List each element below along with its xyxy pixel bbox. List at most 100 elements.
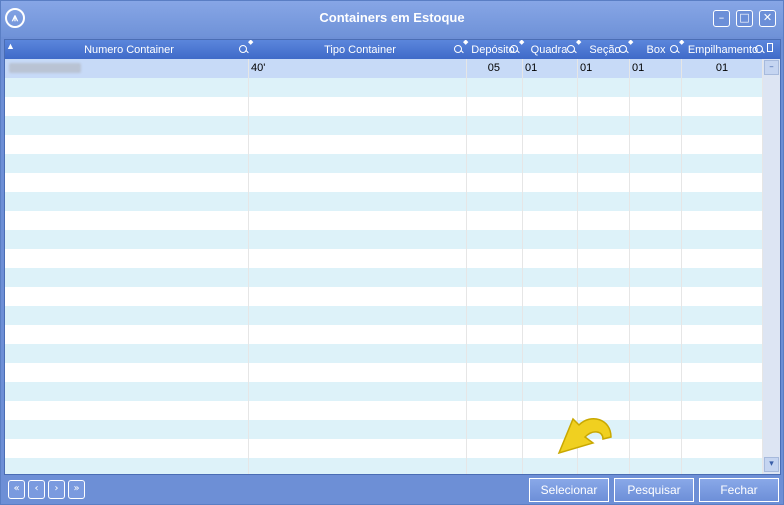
search-icon[interactable]: [755, 45, 763, 53]
sort-toggle-icon[interactable]: ◆: [679, 40, 684, 46]
table-cell: [578, 249, 630, 268]
next-record-button[interactable]: ›: [48, 480, 65, 499]
table-row[interactable]: [5, 344, 763, 363]
table-row[interactable]: [5, 458, 763, 474]
table-row[interactable]: [5, 211, 763, 230]
table-row[interactable]: [5, 116, 763, 135]
table-cell: [5, 173, 249, 192]
table-cell: [5, 192, 249, 211]
table-cell: [630, 363, 682, 382]
table-cell: [578, 325, 630, 344]
table-cell: [467, 211, 523, 230]
title-bar[interactable]: ⩚ Containers em Estoque – □ ✕: [1, 1, 783, 37]
selecionar-button[interactable]: Selecionar: [529, 478, 609, 502]
table-cell: [578, 382, 630, 401]
pesquisar-button[interactable]: Pesquisar: [614, 478, 694, 502]
table-cell: [523, 268, 578, 287]
table-cell: [630, 192, 682, 211]
scroll-down-button[interactable]: ▾: [764, 457, 779, 472]
search-icon[interactable]: [510, 45, 518, 53]
column-header-empilhamento[interactable]: Empilhamento: [685, 40, 761, 59]
cell-numero: [5, 59, 249, 78]
table-cell: [467, 439, 523, 458]
table-cell: [630, 344, 682, 363]
table-cell: [682, 382, 763, 401]
table-cell: [523, 192, 578, 211]
table-cell: [682, 458, 763, 474]
table-cell: [578, 344, 630, 363]
previous-record-button[interactable]: ‹: [28, 480, 45, 499]
table-cell: [523, 211, 578, 230]
scroll-up-button[interactable]: –: [764, 60, 779, 75]
table-row[interactable]: [5, 230, 763, 249]
table-cell: [578, 78, 630, 97]
table-row[interactable]: [5, 249, 763, 268]
table-cell: [249, 420, 467, 439]
table-cell: [467, 249, 523, 268]
table-cell: [249, 230, 467, 249]
table-row[interactable]: [5, 287, 763, 306]
last-record-button[interactable]: »: [68, 480, 85, 499]
column-header-tipo[interactable]: Tipo Container: [253, 40, 467, 59]
table-cell: [249, 306, 467, 325]
table-cell: [5, 382, 249, 401]
bottom-toolbar: « ‹ › » Selecionar Pesquisar Fechar: [1, 475, 783, 504]
table-cell: [249, 135, 467, 154]
table-cell: [249, 192, 467, 211]
table-cell: [249, 287, 467, 306]
table-row[interactable]: [5, 401, 763, 420]
table-cell: [467, 230, 523, 249]
column-header-numero[interactable]: Numero Container: [5, 40, 253, 59]
table-row[interactable]: [5, 192, 763, 211]
table-row[interactable]: [5, 97, 763, 116]
table-cell: [630, 116, 682, 135]
search-icon[interactable]: [239, 45, 247, 53]
table-row[interactable]: [5, 268, 763, 287]
search-icon[interactable]: [454, 45, 462, 53]
table-cell: [523, 230, 578, 249]
table-row[interactable]: [5, 135, 763, 154]
first-record-button[interactable]: «: [8, 480, 25, 499]
table-row[interactable]: [5, 363, 763, 382]
table-cell: [249, 439, 467, 458]
table-cell: [467, 344, 523, 363]
table-cell: [682, 287, 763, 306]
cell-quadra: 01: [523, 59, 578, 78]
table-cell: [682, 325, 763, 344]
close-button[interactable]: ✕: [759, 10, 776, 27]
table-row[interactable]: [5, 325, 763, 344]
table-cell: [467, 135, 523, 154]
table-cell: [630, 97, 682, 116]
table-row[interactable]: [5, 154, 763, 173]
table-row[interactable]: 40' 05 01 01 01 01: [5, 59, 763, 78]
table-cell: [630, 306, 682, 325]
table-row[interactable]: [5, 306, 763, 325]
table-cell: [578, 211, 630, 230]
table-cell: [5, 344, 249, 363]
table-row[interactable]: [5, 420, 763, 439]
fechar-button[interactable]: Fechar: [699, 478, 779, 502]
search-icon[interactable]: [670, 45, 678, 53]
table-row[interactable]: [5, 439, 763, 458]
table-cell: [682, 249, 763, 268]
table-row[interactable]: [5, 382, 763, 401]
table-cell: [578, 192, 630, 211]
table-row[interactable]: [5, 78, 763, 97]
table-cell: [523, 382, 578, 401]
search-icon[interactable]: [619, 45, 627, 53]
table-cell: [523, 249, 578, 268]
dialog-window: ⩚ Containers em Estoque – □ ✕ ▲ Numero C…: [0, 0, 784, 505]
vertical-scrollbar[interactable]: – ▾: [763, 59, 780, 474]
maximize-button[interactable]: □: [736, 10, 753, 27]
table-cell: [5, 363, 249, 382]
search-icon[interactable]: [567, 45, 575, 53]
table-cell: [5, 97, 249, 116]
table-cell: [682, 401, 763, 420]
trash-icon[interactable]: [767, 43, 773, 52]
table-row[interactable]: [5, 173, 763, 192]
table-cell: [630, 401, 682, 420]
table-cell: [630, 249, 682, 268]
table-cell: [5, 458, 249, 474]
table-cell: [578, 230, 630, 249]
minimize-button[interactable]: –: [713, 10, 730, 27]
